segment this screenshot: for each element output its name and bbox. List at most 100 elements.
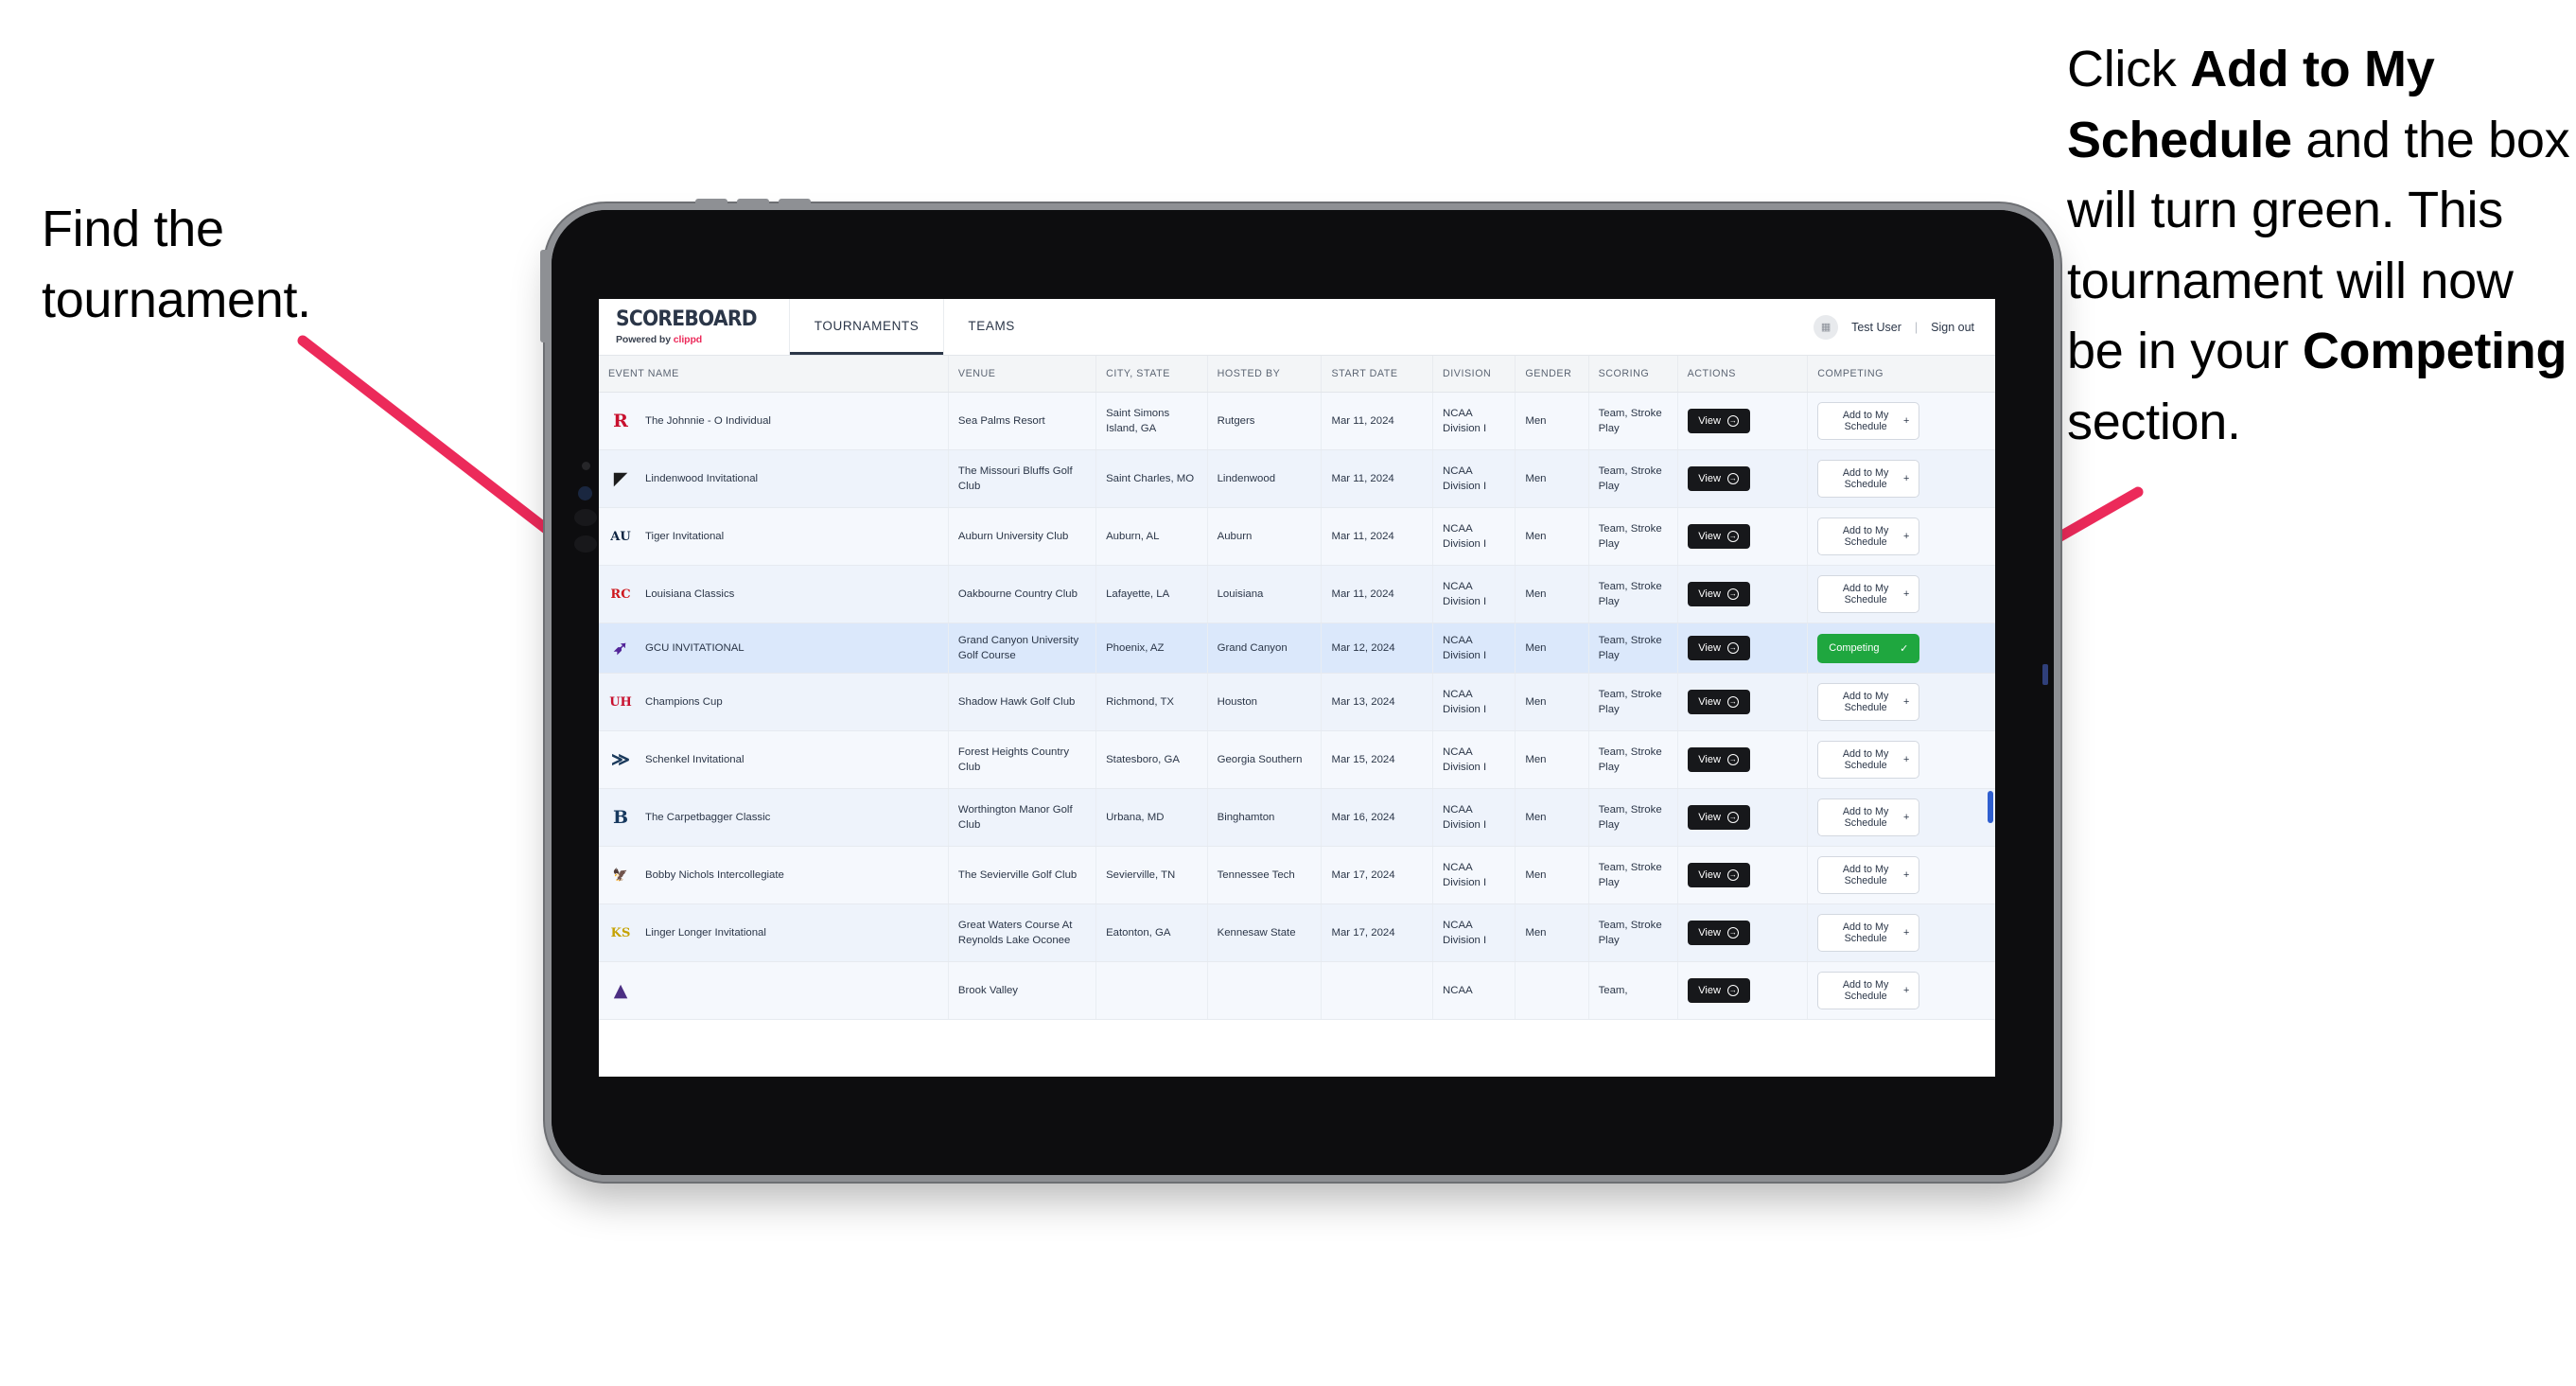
view-button[interactable]: View → <box>1687 863 1750 888</box>
arrow-right-circle-icon: → <box>1726 812 1739 824</box>
binghamton-bearcats-logo: B <box>612 806 629 828</box>
cell-event-name: ◤ Lindenwood Invitational <box>599 449 949 508</box>
cell-gender: Men <box>1515 846 1589 905</box>
col-hosted-by[interactable]: HOSTED BY <box>1207 356 1323 393</box>
add-to-my-schedule-button[interactable]: Add to My Schedule + <box>1817 575 1920 613</box>
table-row[interactable]: RC Louisiana Classics Oakbourne Country Cl… <box>599 565 1995 623</box>
table-row[interactable]: 🦅 Bobby Nichols Intercollegiate The Sevier… <box>599 846 1995 905</box>
sign-out-link[interactable]: Sign out <box>1931 321 1974 334</box>
table-row[interactable]: AU Tiger Invitational Auburn University Cl… <box>599 507 1995 566</box>
cell-scoring: Team, <box>1588 961 1678 1021</box>
view-button[interactable]: View → <box>1687 921 1750 946</box>
cell-competing: Add to My Schedule + <box>1807 730 1995 790</box>
event-cell: RC Louisiana Classics <box>608 582 938 606</box>
event-cell: UH Champions Cup <box>608 690 938 714</box>
top-button-2[interactable] <box>737 199 769 210</box>
cell-competing: Add to My Schedule + <box>1807 846 1995 905</box>
col-event-name[interactable]: EVENT NAME <box>599 356 949 393</box>
table-row[interactable]: R The Johnnie - O Individual Sea Palms Res… <box>599 392 1995 450</box>
view-button[interactable]: View → <box>1687 636 1750 661</box>
table-row[interactable]: UH Champions Cup Shadow Hawk Golf Club Rich… <box>599 673 1995 732</box>
table-row[interactable]: KS Linger Longer Invitational Great Waters… <box>599 904 1995 963</box>
add-to-my-schedule-button[interactable]: Add to My Schedule + <box>1817 972 1920 1010</box>
table-header-row: EVENT NAME VENUE CITY, STATE HOSTED BY S… <box>599 356 1995 393</box>
cell-city-state: Urbana, MD <box>1095 788 1208 848</box>
cell-city-state: Auburn, AL <box>1095 507 1208 566</box>
cell-division: NCAA Division I <box>1432 449 1516 508</box>
col-venue[interactable]: VENUE <box>948 356 1097 393</box>
event-cell: B The Carpetbagger Classic <box>608 805 938 830</box>
tab-teams[interactable]: TEAMS <box>943 299 1040 355</box>
view-button[interactable]: View → <box>1687 978 1750 1004</box>
view-button[interactable]: View → <box>1687 805 1750 831</box>
top-button-1[interactable] <box>695 199 727 210</box>
col-city-state[interactable]: CITY, STATE <box>1095 356 1208 393</box>
cell-division: NCAA Division I <box>1432 623 1516 675</box>
add-to-my-schedule-button[interactable]: Add to My Schedule + <box>1817 856 1920 895</box>
cell-actions: View → <box>1677 449 1809 508</box>
cell-city-state: Richmond, TX <box>1095 673 1208 732</box>
brand-logo[interactable]: SCOREBOARD Powered by clippd <box>599 299 790 355</box>
cell-scoring: Team, Stroke Play <box>1588 846 1678 905</box>
front-camera-icon <box>582 462 590 470</box>
table-row[interactable]: ➶ GCU INVITATIONAL Grand Canyon University… <box>599 623 1995 675</box>
view-button[interactable]: View → <box>1687 690 1750 715</box>
vertical-scrollbar-thumb[interactable] <box>1988 791 1993 823</box>
cell-venue: Grand Canyon University Golf Course <box>948 623 1097 675</box>
cell-city-state: Sevierville, TN <box>1095 846 1208 905</box>
view-button[interactable]: View → <box>1687 409 1750 433</box>
cell-city-state: Saint Charles, MO <box>1095 449 1208 508</box>
cell-venue: Worthington Manor Golf Club <box>948 788 1097 848</box>
arrow-right-circle-icon: → <box>1726 415 1739 427</box>
event-name-label: The Carpetbagger Classic <box>645 812 771 824</box>
cell-hosted-by: Rutgers <box>1207 392 1323 450</box>
col-start-date[interactable]: START DATE <box>1321 356 1434 393</box>
col-gender[interactable]: GENDER <box>1515 356 1589 393</box>
cell-actions: View → <box>1677 673 1809 732</box>
cell-actions: View → <box>1677 730 1809 790</box>
cell-event-name: AU Tiger Invitational <box>599 507 949 566</box>
add-to-my-schedule-button[interactable]: Add to My Schedule + <box>1817 460 1920 498</box>
view-button-label: View <box>1698 985 1721 997</box>
col-division[interactable]: DIVISION <box>1432 356 1516 393</box>
grid-icon[interactable]: ▦ <box>1814 314 1839 340</box>
cell-start-date: Mar 17, 2024 <box>1321 846 1434 905</box>
event-cell: AU Tiger Invitational <box>608 524 938 549</box>
cell-start-date: Mar 15, 2024 <box>1321 730 1434 790</box>
tab-tournaments[interactable]: TOURNAMENTS <box>789 299 944 355</box>
table-row[interactable]: ◤ Lindenwood Invitational The Missouri Blu… <box>599 449 1995 508</box>
event-name-label: Bobby Nichols Intercollegiate <box>645 869 784 882</box>
auburn-logo: AU <box>610 529 631 544</box>
left-side-button[interactable] <box>540 250 552 342</box>
table-row[interactable]: ▲ Brook Valley NCAA Team, View → Add to My Sch… <box>599 961 1995 1021</box>
view-button[interactable]: View → <box>1687 524 1750 549</box>
col-scoring[interactable]: SCORING <box>1588 356 1678 393</box>
table-row[interactable]: ≫ Schenkel Invitational Forest Heights Cou… <box>599 730 1995 790</box>
cell-city-state: Eatonton, GA <box>1095 904 1208 963</box>
cell-competing: Add to My Schedule + <box>1807 961 1995 1021</box>
cell-scoring: Team, Stroke Play <box>1588 565 1678 623</box>
add-to-my-schedule-button[interactable]: Add to My Schedule + <box>1817 518 1920 555</box>
add-to-my-schedule-button[interactable]: Add to My Schedule + <box>1817 914 1920 953</box>
arrow-right-circle-icon: → <box>1726 696 1739 709</box>
cell-division: NCAA Division I <box>1432 904 1516 963</box>
add-to-my-schedule-label: Add to My Schedule <box>1842 467 1889 490</box>
add-to-my-schedule-button[interactable]: Add to My Schedule + <box>1817 741 1920 780</box>
tournaments-table-container: EVENT NAME VENUE CITY, STATE HOSTED BY S… <box>599 356 1995 1077</box>
competing-button[interactable]: Competing ✓ <box>1817 633 1920 663</box>
view-button[interactable]: View → <box>1687 466 1750 491</box>
table-row[interactable]: B The Carpetbagger Classic Worthington Man… <box>599 788 1995 848</box>
add-to-my-schedule-button[interactable]: Add to My Schedule + <box>1817 402 1920 440</box>
tournaments-table: EVENT NAME VENUE CITY, STATE HOSTED BY S… <box>599 356 1995 1021</box>
event-cell: ≫ Schenkel Invitational <box>608 747 938 772</box>
add-to-my-schedule-button[interactable]: Add to My Schedule + <box>1817 798 1920 837</box>
top-button-3[interactable] <box>779 199 811 210</box>
cell-actions: View → <box>1677 788 1809 848</box>
view-button[interactable]: View → <box>1687 582 1750 606</box>
add-to-my-schedule-button[interactable]: Add to My Schedule + <box>1817 683 1920 722</box>
cell-event-name: B The Carpetbagger Classic <box>599 788 949 848</box>
sensor-dot-icon <box>578 486 592 500</box>
plus-icon: + <box>1902 869 1910 882</box>
view-button[interactable]: View → <box>1687 747 1750 773</box>
plus-icon: + <box>1902 985 1910 997</box>
